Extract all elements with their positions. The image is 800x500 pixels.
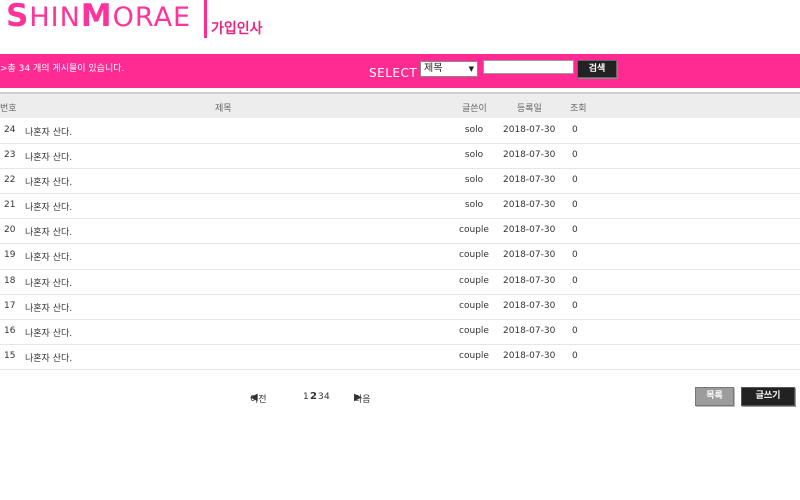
post-writer: couple <box>459 300 489 311</box>
table-row[interactable]: 18 나혼자 산다. couple 2018-07-30 0 <box>0 270 800 295</box>
post-date: 2018-07-30 <box>503 275 556 286</box>
triangle-right-icon: ▶ <box>354 392 362 403</box>
column-header-views: 조회 <box>570 104 587 114</box>
post-views: 0 <box>572 200 578 211</box>
table-row[interactable]: 21 나혼자 산다. solo 2018-07-30 0 <box>0 194 800 220</box>
post-views: 0 <box>572 175 578 186</box>
logo-text-orae: ORAE <box>112 2 192 33</box>
post-date: 2018-07-30 <box>503 250 556 261</box>
page-link-3[interactable]: 3 <box>318 392 324 402</box>
post-writer: solo <box>464 150 484 161</box>
page-link-1[interactable]: 1 <box>303 392 309 402</box>
total-post-count: >총 34 개의 게시물이 있습니다. <box>0 64 125 74</box>
column-header-subject: 제목 <box>215 104 232 114</box>
post-subject-link[interactable]: 나혼자 산다. <box>25 276 72 289</box>
site-logo[interactable]: SHINMORAE <box>6 0 192 34</box>
post-number: 19 <box>4 250 16 261</box>
post-subject-link[interactable]: 나혼자 산다. <box>25 250 72 263</box>
logo-text-hin: HIN <box>29 2 81 33</box>
logo-letter-m: M <box>80 0 113 34</box>
post-subject-link[interactable]: 나혼자 산다. <box>25 175 72 188</box>
post-subject-link[interactable]: 나혼자 산다. <box>25 150 72 163</box>
post-writer: couple <box>459 225 489 236</box>
column-header-date: 등록일 <box>517 104 542 114</box>
post-writer: couple <box>459 325 489 336</box>
table-row[interactable]: 16 나혼자 산다. couple 2018-07-30 0 <box>0 320 800 345</box>
table-row[interactable]: 22 나혼자 산다. solo 2018-07-30 0 <box>0 169 800 195</box>
post-views: 0 <box>572 250 578 261</box>
select-label: SELECT <box>369 66 418 80</box>
post-subject-link[interactable]: 나혼자 산다. <box>25 200 72 213</box>
post-subject-link[interactable]: 나혼자 산다. <box>25 125 72 138</box>
post-views: 0 <box>572 275 578 286</box>
post-views: 0 <box>572 325 578 336</box>
write-button[interactable]: 글쓰기 <box>741 387 795 406</box>
post-views: 0 <box>572 225 578 236</box>
table-row[interactable]: 17 나혼자 산다. couple 2018-07-30 0 <box>0 295 800 320</box>
post-list: 24 나혼자 산다. solo 2018-07-30 0 23 나혼자 산다. … <box>0 119 800 370</box>
post-writer: solo <box>464 200 484 211</box>
page-link-4[interactable]: 4 <box>324 392 330 402</box>
search-field-select[interactable]: 제목 ▼ <box>420 61 478 77</box>
table-row[interactable]: 23 나혼자 산다. solo 2018-07-30 0 <box>0 144 800 170</box>
post-views: 0 <box>572 350 578 361</box>
column-header-writer: 글쓴이 <box>462 104 487 114</box>
post-number: 20 <box>4 225 16 236</box>
post-writer: couple <box>459 250 489 261</box>
post-date: 2018-07-30 <box>503 225 556 236</box>
post-writer: couple <box>459 350 489 361</box>
post-date: 2018-07-30 <box>503 175 556 186</box>
table-row[interactable]: 20 나혼자 산다. couple 2018-07-30 0 <box>0 219 800 245</box>
post-number: 22 <box>4 175 16 186</box>
table-row[interactable]: 19 나혼자 산다. couple 2018-07-30 0 <box>0 244 800 270</box>
post-views: 0 <box>572 150 578 161</box>
list-button[interactable]: 목록 <box>695 387 734 406</box>
table-row[interactable]: 15 나혼자 산다. couple 2018-07-30 0 <box>0 345 800 370</box>
post-date: 2018-07-30 <box>503 325 556 336</box>
post-date: 2018-07-30 <box>503 350 556 361</box>
title-divider <box>204 0 207 38</box>
post-date: 2018-07-30 <box>503 200 556 211</box>
logo-letter-s: S <box>6 0 30 34</box>
search-button[interactable]: 검색 <box>577 60 617 78</box>
post-writer: solo <box>464 175 484 186</box>
post-number: 16 <box>4 325 16 336</box>
post-date: 2018-07-30 <box>503 125 556 135</box>
post-subject-link[interactable]: 나혼자 산다. <box>25 351 72 364</box>
table-header: 번호 제목 글쓴이 등록일 조회 <box>0 92 800 118</box>
post-number: 24 <box>4 125 16 135</box>
post-subject-link[interactable]: 나혼자 산다. <box>25 301 72 314</box>
post-number: 23 <box>4 150 16 161</box>
post-number: 18 <box>4 275 16 286</box>
dropdown-arrow-icon: ▼ <box>468 65 474 73</box>
post-date: 2018-07-30 <box>503 300 556 311</box>
post-writer: couple <box>459 275 489 286</box>
post-number: 15 <box>4 350 16 361</box>
search-field-select-value: 제목 <box>424 63 443 74</box>
page-link-2-current[interactable]: 2 <box>310 391 317 402</box>
search-input[interactable] <box>483 60 574 74</box>
post-date: 2018-07-30 <box>503 150 556 161</box>
post-number: 17 <box>4 300 16 311</box>
post-number: 21 <box>4 200 16 211</box>
search-bar: >총 34 개의 게시물이 있습니다. SELECT 제목 ▼ 검색 <box>0 54 800 88</box>
post-writer: solo <box>464 125 484 135</box>
post-subject-link[interactable]: 나혼자 산다. <box>25 225 72 238</box>
table-row[interactable]: 24 나혼자 산다. solo 2018-07-30 0 <box>0 119 800 145</box>
post-subject-link[interactable]: 나혼자 산다. <box>25 326 72 339</box>
column-header-no: 번호 <box>0 104 17 114</box>
page-title: 가입인사 <box>211 21 263 37</box>
prev-page-label: 이전 <box>250 395 267 405</box>
post-views: 0 <box>572 125 578 135</box>
post-views: 0 <box>572 300 578 311</box>
